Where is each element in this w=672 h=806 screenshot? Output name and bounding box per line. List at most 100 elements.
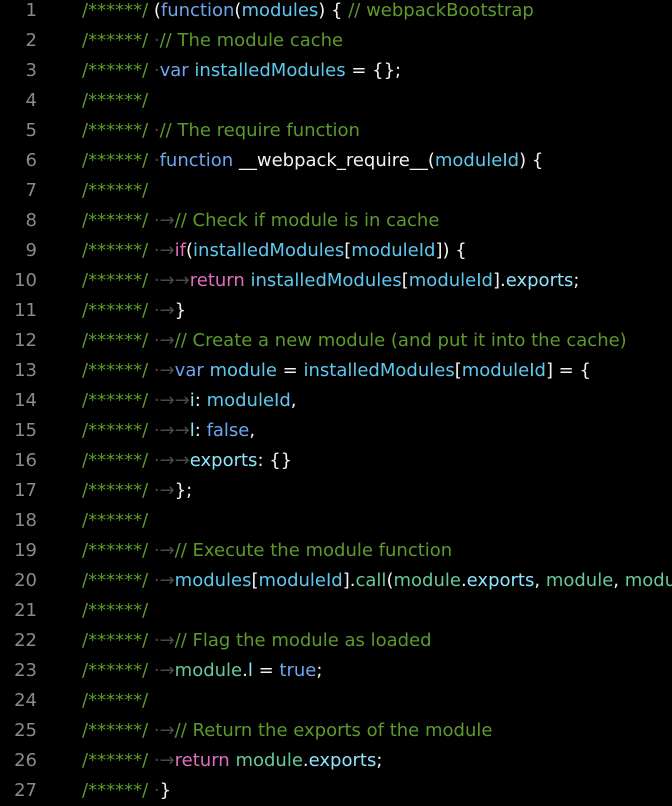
code-line[interactable]: 21 /******/ [0,596,672,626]
code-text: /******/ ·} [82,776,171,806]
code-line[interactable]: 27 /******/ ·} [0,776,672,806]
code-line[interactable]: 14 /******/ ·→→i: moduleId, [0,386,672,416]
comment-token: /******/ [82,630,154,651]
code-line[interactable]: 17 /******/ ·→}; [0,476,672,506]
code-line[interactable]: 23 /******/ ·→module.l = true; [0,656,672,686]
comment-token: // Return the exports of the module [174,720,493,741]
code-line[interactable]: 22 /******/ ·→// Flag the module as loade… [0,626,672,656]
code-line[interactable]: 2 /******/ ·// The module cache [0,26,672,56]
punctuation-token: ]. [342,570,356,591]
identifier-token: installedModules [303,360,455,381]
line-number: 22 [14,630,37,651]
identifier-token: installedModules [194,60,346,81]
comment-token: // Create a new module (and put it into … [174,330,627,351]
line-number: 16 [14,450,37,471]
code-text: /******/ ·→}; [82,476,192,506]
comment-token: /******/ [82,180,149,201]
code-text: /******/ ·// The require function [82,116,360,146]
punctuation-token: = {}; [345,60,402,81]
identifier-token: moduleId [206,390,291,411]
code-line[interactable]: 18 /******/ [0,506,672,536]
punctuation-token: , [534,570,546,591]
code-text: /******/ ·→// Return the exports of the … [82,716,492,746]
code-text: /******/ [82,506,148,536]
code-line[interactable]: 6 /******/ ·function __webpack_require__(… [0,146,672,176]
punctuation-token: = [252,660,280,681]
code-line[interactable]: 26 /******/ ·→return module.exports; [0,746,672,776]
punctuation-token: }; [174,480,193,501]
code-line[interactable]: 9 /******/ ·→if(installedModules[moduleId… [0,236,672,266]
code-text: /******/ ·→// Execute the module functio… [82,536,452,566]
code-line[interactable]: 1/******/ (function(modules) { // webpac… [0,0,672,26]
identifier-token: moduleId [258,570,343,591]
control-keyword-token: if [174,240,187,261]
comment-token: /******/ [82,0,154,21]
tab-marker: ·→→ [153,390,190,411]
code-line[interactable]: 13 /******/ ·→var module = installedModul… [0,356,672,386]
tab-marker: ·→ [153,300,175,321]
line-number: 2 [25,30,37,51]
code-text: /******/ ·var installedModules = {}; [82,56,401,86]
punctuation-token: ( [153,0,161,21]
code-text: /******/ [82,176,148,206]
comment-token: /******/ [82,330,154,351]
comment-token: /******/ [82,570,154,591]
control-keyword-token: return [189,270,251,291]
line-number: 26 [14,750,37,771]
line-number: 23 [14,660,37,681]
code-line[interactable]: 4 /******/ [0,86,672,116]
code-text: /******/ ·→} [82,296,186,326]
code-text: /******/ ·→// Create a new module (and p… [82,326,627,356]
code-line[interactable]: 12 /******/ ·→// Create a new module (and… [0,326,672,356]
code-line[interactable]: 10 /******/ ·→→return installedModules[mo… [0,266,672,296]
line-number: 11 [14,300,37,321]
tab-marker: ·→ [153,570,175,591]
punctuation-token: ) { [519,150,544,171]
identifier-token: module [393,570,461,591]
code-text: /******/ ·→→i: moduleId, [82,386,297,416]
code-line[interactable]: 5 /******/ ·// The require function [0,116,672,146]
punctuation-token: : [194,420,207,441]
line-number: 10 [14,270,37,291]
tab-marker: ·→ [153,480,175,501]
line-number: 19 [14,540,37,561]
tab-marker: ·→ [153,210,175,231]
code-line[interactable]: 8 /******/ ·→// Check if module is in cac… [0,206,672,236]
line-number: 6 [25,150,37,171]
code-line[interactable]: 7 /******/ [0,176,672,206]
punctuation-token: , [290,390,297,411]
identifier-token: moduleId [434,150,520,171]
keyword-token: false [206,420,250,441]
code-line[interactable]: 15 /******/ ·→→l: false, [0,416,672,446]
code-text: /******/ ·→→l: false, [82,416,255,446]
code-line[interactable]: 19 /******/ ·→// Execute the module funct… [0,536,672,566]
code-editor[interactable]: 1/******/ (function(modules) { // webpac… [0,0,672,806]
code-line[interactable]: 16 /******/ ·→→exports: {} [0,446,672,476]
comment-token: /******/ [82,210,154,231]
keyword-token: var [174,360,210,381]
punctuation-token: ]) { [435,240,467,261]
punctuation-token: : [194,390,207,411]
line-number: 25 [14,720,37,741]
line-number: 12 [14,330,37,351]
comment-token: /******/ [82,150,154,171]
comment-token: /******/ [82,480,154,501]
identifier-token: moduleId [461,360,546,381]
tab-marker: ·→ [153,630,175,651]
comment-token: /******/ [82,540,154,561]
code-line[interactable]: 24 /******/ [0,686,672,716]
comment-token: // webpackBootstrap [348,0,534,21]
comment-token: /******/ [82,270,154,291]
punctuation-token: ( [186,240,194,261]
identifier-token: call [355,570,387,591]
code-text: /******/ ·// The module cache [82,26,343,56]
comment-token: /******/ [82,90,149,111]
tab-marker: ·→ [153,360,175,381]
identifier-token: module [174,660,243,681]
code-line[interactable]: 3 /******/ ·var installedModules = {}; [0,56,672,86]
punctuation-token: : {} [257,450,293,471]
code-line[interactable]: 11 /******/ ·→} [0,296,672,326]
property-token: exports [189,450,258,471]
code-line[interactable]: 25 /******/ ·→// Return the exports of th… [0,716,672,746]
code-line[interactable]: 20/******/ ·→modules[moduleId].call(modu… [0,566,672,596]
